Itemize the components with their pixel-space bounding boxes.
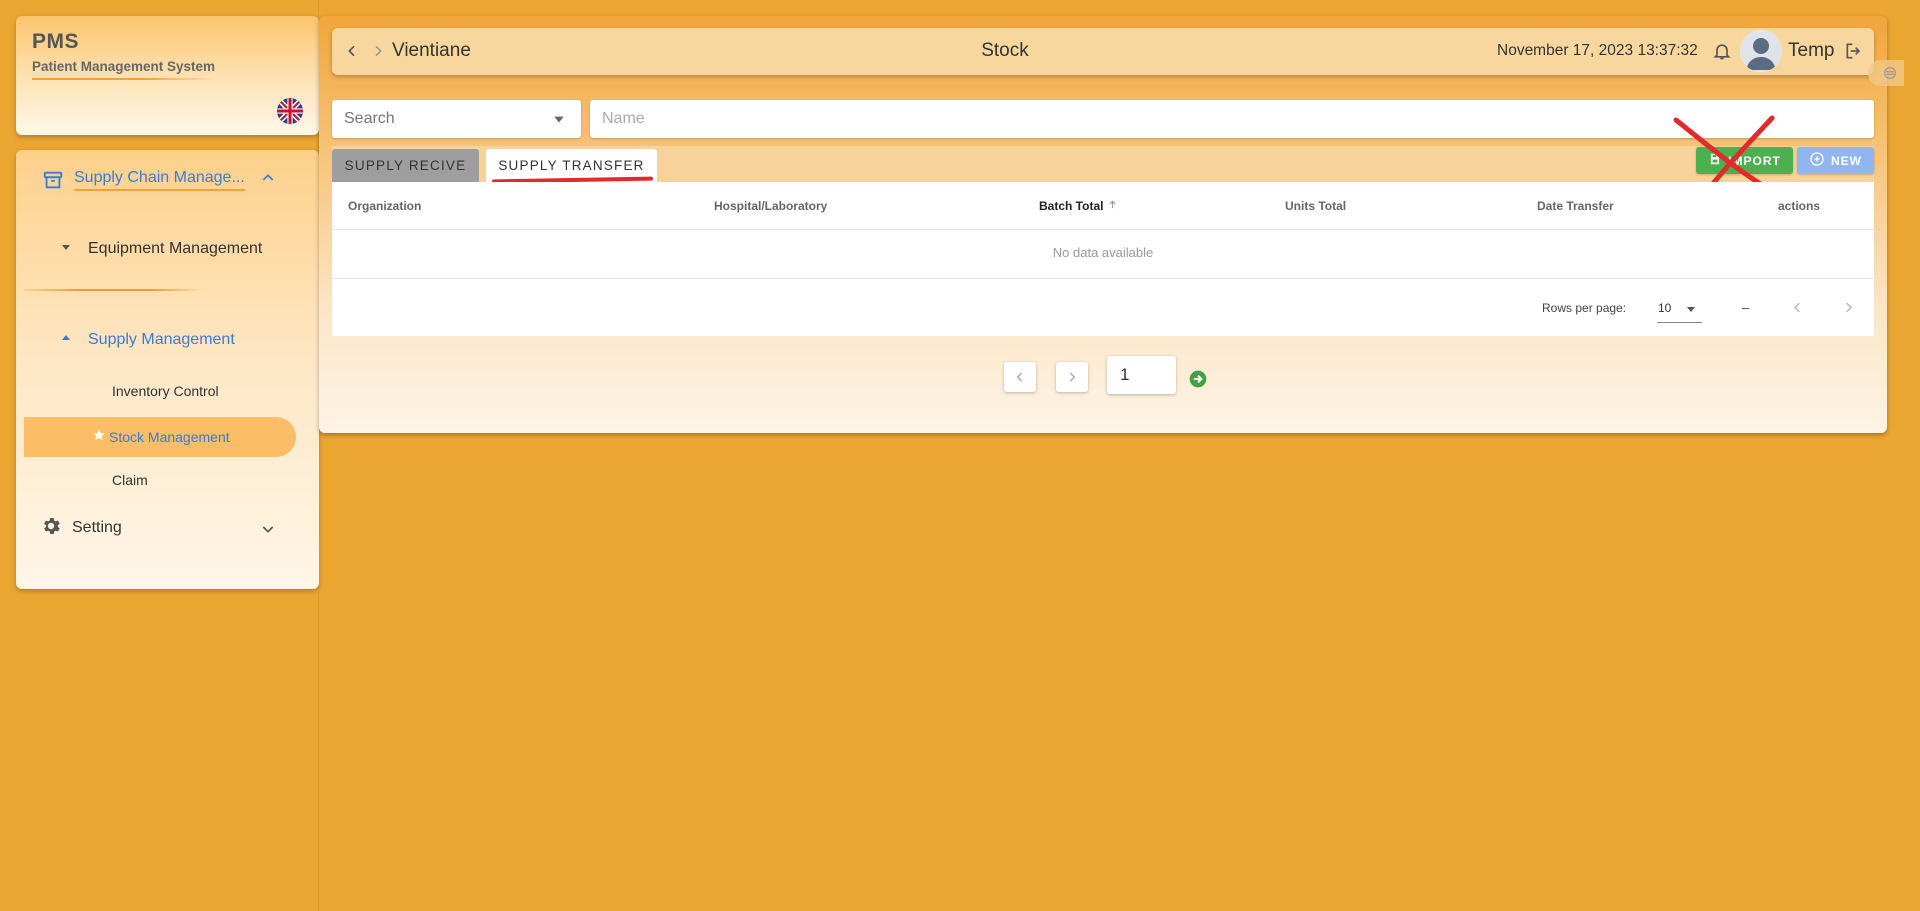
sidebar-item-label: Setting: [72, 519, 122, 536]
app-title: PMS: [32, 30, 80, 53]
sidebar-item-label: Inventory Control: [112, 383, 219, 399]
brand-card: PMS Patient Management System: [16, 16, 319, 135]
bell-icon[interactable]: [1712, 41, 1732, 66]
brand-underline: [32, 78, 217, 80]
search-placeholder: Search: [344, 110, 395, 127]
rows-per-page-select[interactable]: 10: [1657, 296, 1702, 323]
sidebar-item-label: Equipment Management: [88, 240, 263, 257]
column-header[interactable]: Date Transfer: [1537, 199, 1614, 213]
sidebar-item-claim[interactable]: Claim: [112, 467, 292, 493]
uk-flag-icon[interactable]: [277, 98, 303, 124]
pagination-next-button[interactable]: [1056, 362, 1088, 392]
sidebar-item-equipment-management[interactable]: Equipment Management: [60, 234, 300, 264]
page-number-input[interactable]: 1: [1107, 356, 1176, 394]
column-header-sorted[interactable]: Batch Total: [1039, 199, 1118, 213]
side-widget-icon[interactable]: [1868, 60, 1904, 86]
star-icon: [92, 428, 106, 447]
column-header: actions: [1778, 199, 1821, 213]
sidebar-item-supply-management[interactable]: Supply Management: [60, 325, 300, 355]
caret-down-icon: [60, 240, 72, 258]
footer-divider: [332, 278, 1874, 279]
page-number-value: 1: [1120, 365, 1130, 384]
search-select[interactable]: Search: [332, 100, 581, 138]
chevron-down-icon[interactable]: [260, 521, 276, 542]
datetime-label: November 17, 2023 13:37:32: [1497, 42, 1698, 59]
import-button[interactable]: IMPORT: [1696, 147, 1793, 174]
column-header[interactable]: Units Total: [1285, 199, 1346, 213]
new-label: NEW: [1831, 153, 1862, 168]
tab-supply-recive[interactable]: SUPPLY RECIVE: [332, 149, 479, 182]
avatar[interactable]: [1740, 30, 1782, 72]
top-bar: Vientiane Stock November 17, 2023 13:37:…: [332, 28, 1874, 75]
archive-icon: [42, 169, 64, 191]
rows-per-page-value: 10: [1658, 301, 1672, 315]
column-header-label: Batch Total: [1039, 199, 1104, 213]
chevron-up-icon[interactable]: [260, 170, 276, 191]
sidebar-item-stock-management-content: Stock Management: [92, 424, 292, 450]
plus-circle-icon: [1809, 151, 1825, 170]
gear-icon: [40, 515, 62, 542]
sidebar-item-label: Stock Management: [109, 429, 230, 445]
file-import-icon: [1708, 152, 1722, 169]
import-label: IMPORT: [1728, 153, 1781, 168]
name-input[interactable]: Name: [590, 100, 1874, 138]
name-placeholder: Name: [602, 110, 645, 127]
rows-per-page-label: Rows per page:: [1542, 301, 1627, 315]
app-subtitle: Patient Management System: [32, 59, 216, 74]
caret-up-icon: [60, 331, 72, 349]
sidebar-separator: [24, 289, 204, 291]
user-name: Temp: [1788, 40, 1835, 61]
dropdown-arrow-icon: [1685, 302, 1697, 320]
prev-page-icon[interactable]: [1790, 300, 1805, 320]
column-header[interactable]: Hospital/Laboratory: [714, 199, 827, 213]
pagination-prev-button[interactable]: [1004, 362, 1036, 392]
go-arrow-icon[interactable]: [1188, 369, 1208, 394]
empty-state-text: No data available: [1052, 245, 1154, 260]
sidebar-item-label: Claim: [112, 472, 148, 488]
sort-ascending-icon: [1107, 199, 1118, 213]
column-header[interactable]: Organization: [348, 199, 421, 213]
page-range-text: –: [1742, 300, 1750, 315]
sidebar-item-inventory-control[interactable]: Inventory Control: [112, 378, 292, 404]
header-divider: [332, 229, 1874, 230]
new-button[interactable]: NEW: [1797, 147, 1874, 174]
page-title: Stock: [981, 40, 1029, 61]
logout-icon[interactable]: [1844, 41, 1864, 66]
next-page-icon[interactable]: [1841, 300, 1856, 320]
sidebar-item-label: Supply Management: [88, 331, 235, 348]
dropdown-arrow-icon: [552, 112, 566, 131]
sidebar-item-label: Supply Chain Manage...: [74, 169, 245, 191]
sidebar-nav: Supply Chain Manage... Equipment Managem…: [16, 150, 319, 589]
